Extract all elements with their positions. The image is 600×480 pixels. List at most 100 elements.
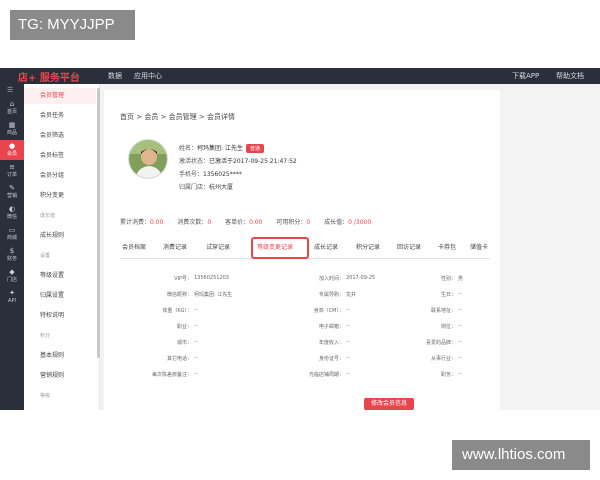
sidebar-item-2[interactable]: ● 会员 (0, 140, 24, 160)
sidebar-item-9[interactable]: ✦ API (0, 287, 24, 307)
submenu-item[interactable]: 会员管理 (24, 88, 96, 104)
profile-field-label: 身高（CM）： (313, 308, 344, 314)
submenu-item[interactable]: 成长规则 (24, 228, 96, 244)
profile-field-label: 年度收入： (318, 340, 344, 346)
profile-field-label: 性别： (440, 276, 456, 282)
profile-field-label: 电子邮箱： (318, 324, 344, 330)
sidebar-item-label: 首页 (6, 109, 17, 115)
member-phone-row: 手机号：1356025**** (179, 169, 242, 178)
tab-level-change-records[interactable]: 等级变更记录 (257, 242, 293, 251)
submenu-item[interactable]: 归属设置 (24, 288, 96, 304)
sidebar-item-label: 商城 (6, 235, 17, 241)
sidebar-item-7[interactable]: $ 财务 (0, 245, 24, 265)
profile-field-value: -- (194, 307, 198, 313)
profile-field-label: 岗位： (440, 324, 456, 330)
primary-sidebar: ☰ ⌂ 首页 ▦ 商品 ● 会员 ≡ 订单 ✎ 营销 ◐ 微信 ▭ 商城 $ 财务 ◆ 门店 ✦ API (0, 84, 24, 410)
submenu-item[interactable]: 会员筛选 (24, 128, 96, 144)
profile-field-value: -- (346, 323, 350, 329)
submenu-item[interactable]: 会员任务 (24, 108, 96, 124)
submenu-item[interactable]: 特权说明 (24, 308, 96, 324)
screenshot-page: TG: MYYJJPP 店+ 服务平台 数据 应用中心 下载APP 帮助文档 ☰… (0, 0, 600, 480)
sidebar-item-4[interactable]: ✎ 营销 (0, 182, 24, 202)
store-value: 杭州大厦 (209, 184, 234, 191)
name-label: 姓名： (179, 145, 198, 152)
profile-field-value: 13560251203 (194, 275, 229, 281)
sidebar-item-label: 商品 (6, 130, 17, 136)
submenu-item[interactable]: 积分变更 (24, 188, 96, 204)
order-icon: ≡ (9, 163, 15, 171)
submenu-scrollbar[interactable] (97, 88, 100, 358)
stat-growth-value: 0 /3000 (348, 219, 372, 226)
profile-field-label: VIP号： (174, 276, 192, 282)
stat-growth-label: 成长值： (324, 219, 349, 226)
app-window: 店+ 服务平台 数据 应用中心 下载APP 帮助文档 ☰ ⌂ 首页 ▦ 商品 ● 会员 ≡ 订… (0, 68, 600, 410)
sidebar-item-label: 订单 (6, 172, 17, 178)
profile-field-value: -- (194, 355, 198, 361)
tab-coupon-wallet[interactable]: 卡券包 (438, 242, 456, 251)
submenu-group-header: 等级 (40, 393, 51, 399)
brand-logo[interactable]: 店+ 服务平台 (18, 69, 80, 84)
tab-visit-records[interactable]: 回访记录 (397, 242, 421, 251)
sidebar-item-0[interactable]: ⌂ 首页 (0, 98, 24, 118)
detail-tabs: 会员档案 消费记录 试穿记录 等级变更记录 成长记录 积分记录 回访记录 卡券包… (120, 237, 490, 259)
stat-total-spend-label: 累计消费： (120, 219, 151, 226)
marketing-icon: ✎ (9, 184, 15, 192)
submenu-item[interactable]: 营销规则 (24, 368, 96, 384)
edit-member-button[interactable]: 修改会员信息 (364, 398, 414, 410)
goods-icon: ▦ (8, 121, 16, 129)
sidebar-item-3[interactable]: ≡ 订单 (0, 161, 24, 181)
mall-icon: ▭ (8, 226, 16, 234)
submenu-item[interactable]: 基本规则 (24, 348, 96, 364)
member-status-row: 激活状态：已激活于2017-09-25 21:47:52 (179, 156, 297, 165)
sidebar-item-label: 营销 (6, 193, 17, 199)
profile-field-label: 体重（KG）： (162, 308, 192, 314)
status-value: 已激活于2017-09-25 21:47:52 (209, 158, 297, 165)
profile-field-label: 加入时间： (318, 276, 344, 282)
sidebar-item-8[interactable]: ◆ 门店 (0, 266, 24, 286)
tab-points-records[interactable]: 积分记录 (356, 242, 380, 251)
tab-growth-records[interactable]: 成长记录 (314, 242, 338, 251)
topnav-download-app[interactable]: 下载APP (512, 71, 539, 81)
stat-avg-order-label: 客单价： (225, 219, 250, 226)
profile-field-label: 每次陈差旅备注： (151, 372, 192, 378)
profile-field-value: -- (458, 291, 462, 297)
profile-field-label: 微信昵称： (166, 292, 192, 298)
breadcrumb: 首页 > 会员 > 会员管理 > 会员详情 (120, 113, 235, 121)
api-icon: ✦ (9, 289, 15, 297)
stat-purchase-count-value: 0 (207, 219, 212, 226)
wechat-icon: ◐ (8, 205, 16, 213)
member-store-row: 归属门店：杭州大厦 (179, 182, 233, 191)
phone-value: 1356025**** (203, 171, 242, 178)
sidebar-item-label: 门店 (6, 277, 17, 283)
member-level-badge: 普通 (245, 144, 264, 153)
secondary-sidebar: 会员管理 会员任务 会员筛选 会员标签 会员分组 积分变更 成长值 成长规则 设置 等级设置 归属设… (24, 84, 100, 410)
menu-toggle-icon[interactable]: ☰ (7, 86, 13, 94)
submenu-item[interactable]: 会员分组 (24, 168, 96, 184)
watermark-top: TG: MYYJJPP (10, 10, 135, 40)
sidebar-item-label: 会员 (6, 151, 17, 157)
store-icon: ◆ (9, 268, 15, 276)
profile-field-value: -- (346, 371, 350, 377)
profile-field-value: -- (458, 355, 462, 361)
profile-field-value: -- (194, 371, 198, 377)
profile-field-label: 生日： (440, 292, 456, 298)
topnav-help-docs[interactable]: 帮助文档 (556, 71, 584, 81)
watermark-bottom: www.lhtios.com (452, 440, 590, 470)
sidebar-item-6[interactable]: ▭ 商城 (0, 224, 24, 244)
profile-field-label: 联系地址： (430, 308, 456, 314)
sidebar-item-1[interactable]: ▦ 商品 (0, 119, 24, 139)
tab-try-on-records[interactable]: 试穿记录 (206, 242, 230, 251)
tab-purchase-records[interactable]: 消费记录 (163, 242, 187, 251)
tab-member-profile[interactable]: 会员档案 (122, 242, 146, 251)
profile-field-value: -- (458, 307, 462, 313)
profile-field-value: -- (458, 323, 462, 329)
submenu-item[interactable]: 会员标签 (24, 148, 96, 164)
topnav-data[interactable]: 数据 (108, 71, 122, 81)
top-bar: 店+ 服务平台 数据 应用中心 下载APP 帮助文档 (0, 68, 600, 84)
sidebar-item-5[interactable]: ◐ 微信 (0, 203, 24, 223)
topnav-app-center[interactable]: 应用中心 (134, 71, 162, 81)
profile-field-value: -- (458, 339, 462, 345)
profile-field-label: 其它电话： (166, 356, 192, 362)
tab-stored-value-card[interactable]: 储值卡 (470, 242, 488, 251)
submenu-item[interactable]: 等级设置 (24, 268, 96, 284)
